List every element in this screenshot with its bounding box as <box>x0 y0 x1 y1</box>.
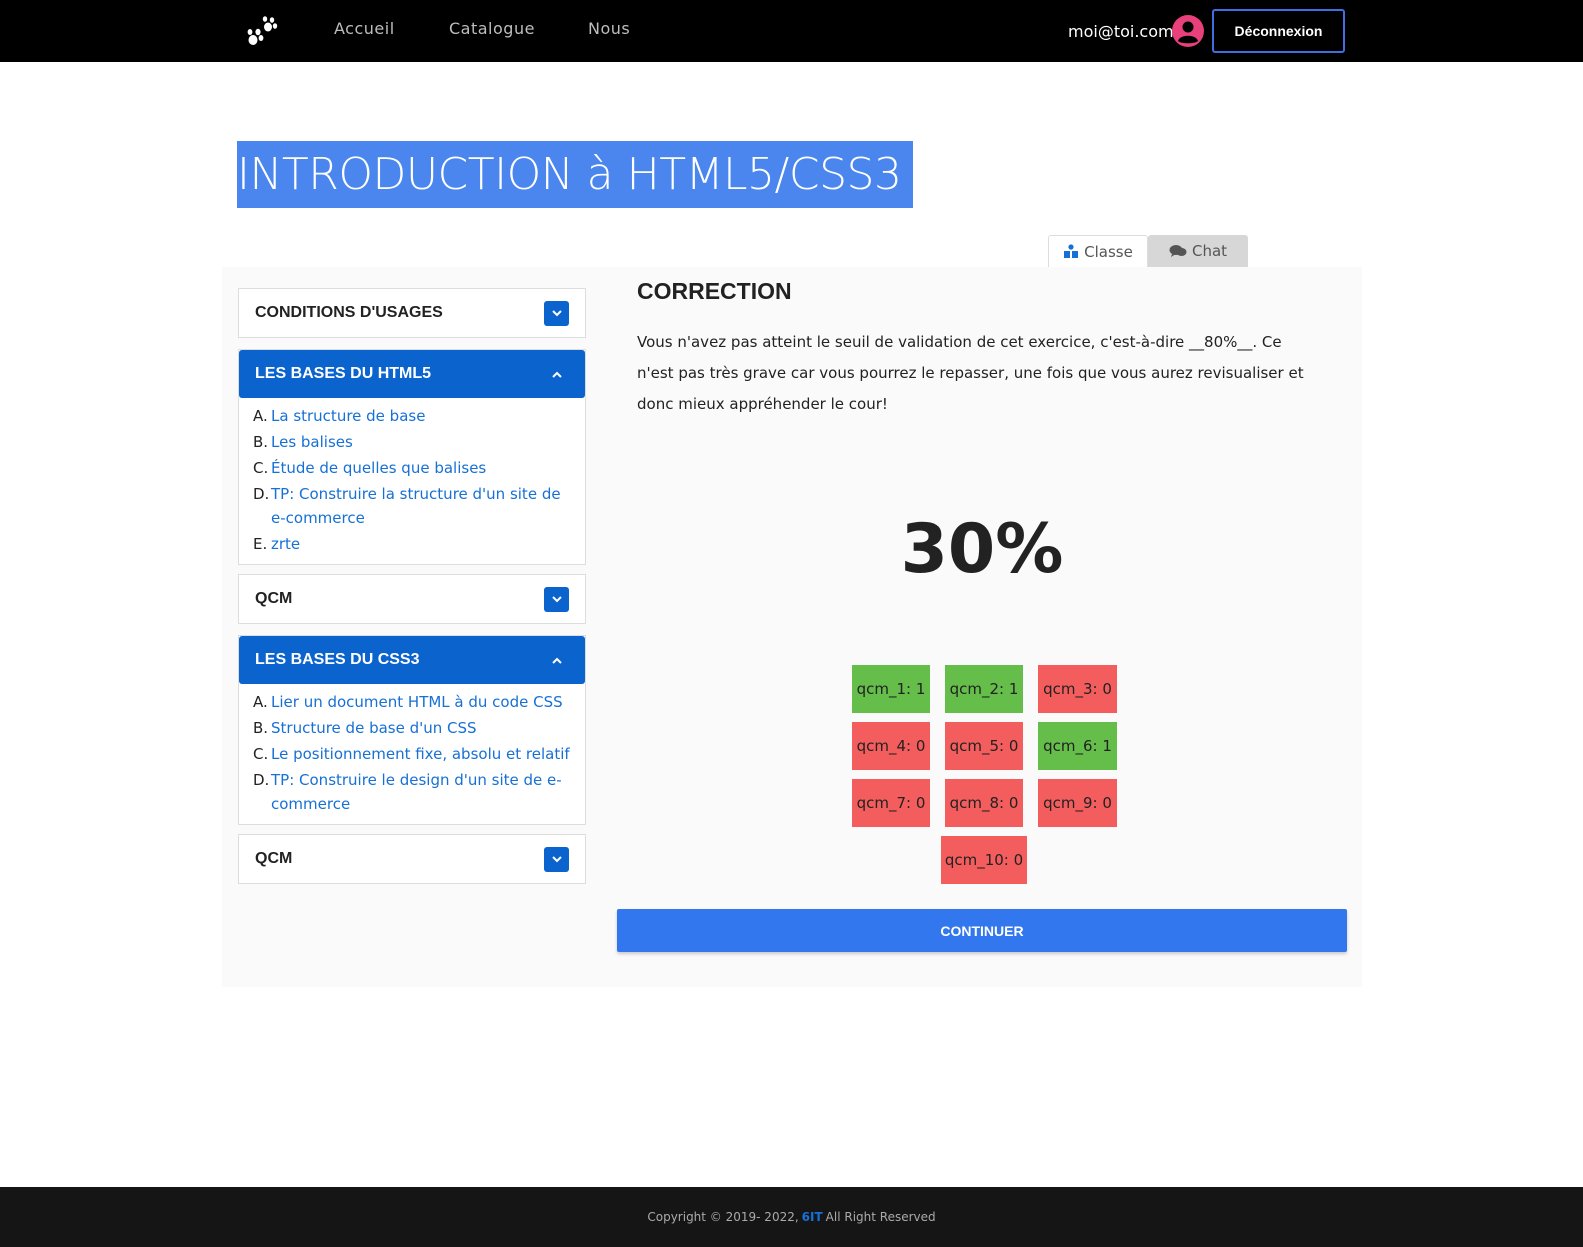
user-email: moi@toi.com <box>1068 22 1174 41</box>
accordion-title: QCM <box>255 850 293 867</box>
qcm-result-box: qcm_7: 0 <box>852 779 930 827</box>
item-letter: C. <box>253 745 269 763</box>
accordion-header[interactable]: QCM <box>239 575 585 623</box>
lesson-link[interactable]: TP: Construire le design d'un site de e-… <box>271 768 575 816</box>
qcm-result-box: qcm_1: 1 <box>852 665 930 713</box>
item-letter: B. <box>253 719 269 737</box>
qcm-result-box: qcm_8: 0 <box>945 779 1023 827</box>
copyright-text: Copyright © 2019- 2022, <box>647 1210 799 1224</box>
lesson-link[interactable]: TP: Construire la structure d'un site de… <box>271 482 575 530</box>
chevron-up-icon[interactable] <box>544 648 569 673</box>
classroom-icon <box>1064 244 1079 258</box>
lesson-link[interactable]: Les balises <box>271 430 353 454</box>
brand-link[interactable]: 6IT <box>802 1210 823 1224</box>
correction-message: Vous n'avez pas atteint le seuil de vali… <box>637 333 1304 413</box>
item-letter: C. <box>253 459 269 477</box>
rights-text: All Right Reserved <box>825 1210 936 1224</box>
nav-link-accueil[interactable]: Accueil <box>334 19 395 38</box>
chevron-up-icon[interactable] <box>544 362 569 387</box>
accordion-section-conditions: CONDITIONS D'USAGES <box>238 288 586 338</box>
continue-button[interactable]: CONTINUER <box>617 909 1347 952</box>
qcm-result-box: qcm_3: 0 <box>1038 665 1117 713</box>
lesson-list: A. La structure de base B. Les balises C. É… <box>239 398 585 564</box>
paw-logo-icon[interactable] <box>244 14 280 50</box>
lesson-link[interactable]: Lier un document HTML à du code CSS <box>271 690 563 714</box>
chevron-down-icon[interactable] <box>544 300 569 326</box>
list-item: D. TP: Construire la structure d'un site … <box>253 482 575 530</box>
accordion-section-css3: LES BASES DU CSS3 A. Lier un document HTM… <box>238 635 586 825</box>
chevron-down-icon[interactable] <box>544 586 569 612</box>
item-letter: A. <box>253 407 268 425</box>
accordion-title: LES BASES DU HTML5 <box>255 365 432 382</box>
accordion-section-qcm-2: QCM <box>238 834 586 884</box>
lesson-link[interactable]: Structure de base d'un CSS <box>271 716 477 740</box>
tab-label: Chat <box>1191 242 1228 260</box>
accordion-title: LES BASES DU CSS3 <box>255 651 420 668</box>
accordion-header[interactable]: CONDITIONS D'USAGES <box>239 289 585 337</box>
qcm-result-box: qcm_5: 0 <box>945 722 1023 770</box>
user-avatar-icon[interactable] <box>1171 14 1205 48</box>
item-letter: B. <box>253 433 269 451</box>
list-item: E. zrte <box>253 532 575 556</box>
top-navbar: Accueil Catalogue Nous moi@toi.com Décon… <box>0 0 1583 62</box>
qcm-result-box: qcm_10: 0 <box>941 836 1027 884</box>
footer: Copyright © 2019- 2022, 6IT All Right Re… <box>0 1187 1583 1247</box>
chat-icon <box>1169 245 1187 257</box>
accordion-header[interactable]: LES BASES DU CSS3 <box>239 636 585 684</box>
accordion-header[interactable]: QCM <box>239 835 585 883</box>
list-item: A. La structure de base <box>253 404 575 428</box>
course-title: INTRODUCTION à HTML5/CSS3 <box>237 141 914 208</box>
tab-chat[interactable]: Chat <box>1148 235 1248 267</box>
qcm-result-box: qcm_4: 0 <box>852 722 930 770</box>
lesson-link[interactable]: zrte <box>271 532 300 556</box>
tab-label: Classe <box>1084 242 1133 261</box>
logout-button[interactable]: Déconnexion <box>1212 9 1345 53</box>
list-item: D. TP: Construire le design d'un site de … <box>253 768 575 816</box>
item-letter: E. <box>253 535 268 553</box>
correction-title: CORRECTION <box>637 278 792 304</box>
score-value: 30% <box>900 510 1064 589</box>
accordion-section-qcm-1: QCM <box>238 574 586 624</box>
item-letter: D. <box>253 771 270 789</box>
list-item: C. Le positionnement fixe, absolu et rela… <box>253 742 575 766</box>
accordion-header[interactable]: LES BASES DU HTML5 <box>239 350 585 398</box>
lesson-link[interactable]: Étude de quelles que balises <box>271 456 486 480</box>
list-item: C. Étude de quelles que balises <box>253 456 575 480</box>
qcm-result-box: qcm_6: 1 <box>1038 722 1117 770</box>
list-item: B. Structure de base d'un CSS <box>253 716 575 740</box>
nav-link-nous[interactable]: Nous <box>588 19 630 38</box>
lesson-link[interactable]: La structure de base <box>271 404 425 428</box>
lesson-link[interactable]: Le positionnement fixe, absolu et relati… <box>271 742 570 766</box>
accordion-section-html5: LES BASES DU HTML5 A. La structure de bas… <box>238 349 586 565</box>
tab-classe[interactable]: Classe <box>1048 235 1148 267</box>
lesson-list: A. Lier un document HTML à du code CSS B.… <box>239 684 585 824</box>
item-letter: A. <box>253 693 268 711</box>
nav-link-catalogue[interactable]: Catalogue <box>449 19 535 38</box>
qcm-result-box: qcm_2: 1 <box>945 665 1023 713</box>
accordion-title: CONDITIONS D'USAGES <box>255 304 443 321</box>
list-item: B. Les balises <box>253 430 575 454</box>
qcm-result-box: qcm_9: 0 <box>1038 779 1117 827</box>
accordion-title: QCM <box>255 590 293 607</box>
item-letter: D. <box>253 485 270 503</box>
chevron-down-icon[interactable] <box>544 846 569 872</box>
list-item: A. Lier un document HTML à du code CSS <box>253 690 575 714</box>
